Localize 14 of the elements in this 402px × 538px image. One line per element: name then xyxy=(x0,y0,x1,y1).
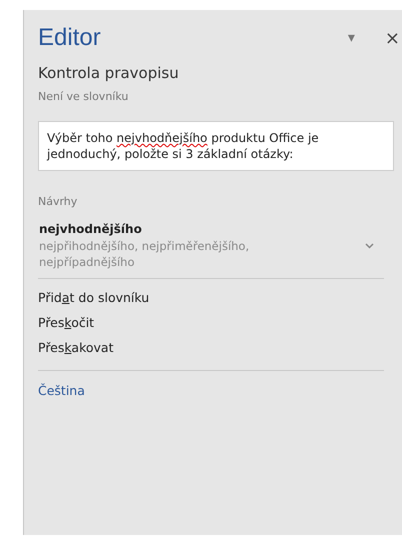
context-sentence: Výběr toho nejvhodňejšího produktu Office je jednoduchý, položte si 3 základní otázky: xyxy=(47,131,319,161)
language-link[interactable]: Čeština xyxy=(38,383,394,398)
action-link[interactable]: Přeskočit xyxy=(38,315,394,330)
section-title: Kontrola pravopisu xyxy=(38,64,180,82)
pane-title: Editor xyxy=(38,24,102,52)
pane-options-button[interactable]: ▾ xyxy=(348,30,355,46)
alternative-suggestions: nejpřihodnějšího, nejpřiměřenějšího, nejpřípadnějšího xyxy=(39,238,250,270)
action-link[interactable]: Přeskakovat xyxy=(38,340,394,355)
suggestion-word[interactable]: nejvhodnějšího xyxy=(39,222,365,236)
suggestions-heading: Návrhy xyxy=(38,195,78,208)
issue-type: Není ve slovníku xyxy=(38,90,130,103)
action-link[interactable]: Přidat do slovníku xyxy=(38,290,394,305)
chevron-icon[interactable] xyxy=(365,243,374,249)
close-button[interactable]: × xyxy=(384,28,400,48)
